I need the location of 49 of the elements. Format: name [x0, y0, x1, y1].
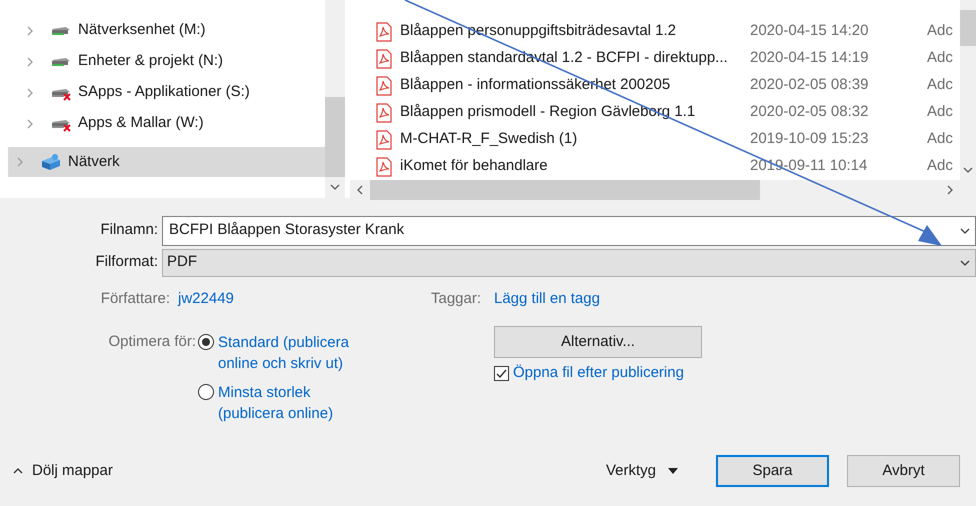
tools-menu[interactable]: Verktyg	[606, 460, 716, 482]
file-format-dropdown[interactable]: PDF	[162, 248, 976, 276]
checkbox-label[interactable]: Öppna fil efter publicering	[513, 362, 684, 384]
field-label: Taggar:	[431, 288, 482, 309]
filename-field[interactable]: BCFPI Blåappen Storasyster Krank	[162, 216, 976, 246]
pdf-file-icon	[376, 156, 392, 176]
radio-button[interactable]	[198, 334, 214, 350]
file-type: Adc	[927, 21, 953, 42]
file-date: 2019-10-09 15:23	[750, 129, 870, 150]
cancel-button[interactable]: Avbryt	[847, 455, 960, 487]
scrollbar-thumb[interactable]	[960, 10, 976, 46]
radio-button[interactable]	[198, 384, 214, 400]
field-label: Filnamn:	[99, 220, 159, 240]
nav-tree-item[interactable]: SApps - Applikationer (S:)	[8, 77, 325, 108]
field-label: Författare:	[100, 288, 171, 309]
add-tag-link[interactable]: Lägg till en tagg	[494, 288, 600, 310]
nav-tree-item[interactable]: Apps & Mallar (W:)	[8, 108, 325, 139]
field-label: Filformat:	[94, 252, 159, 272]
pdf-file-icon	[376, 48, 392, 68]
file-name[interactable]: iKomet för behandlare	[400, 155, 750, 178]
caret-down-icon	[668, 468, 678, 474]
field-label: Optimera för:	[107, 332, 197, 352]
nav-tree-item[interactable]: Enheter & projekt (N:)	[8, 46, 325, 77]
file-date: 2020-02-05 08:32	[750, 102, 870, 122]
save-button[interactable]: Spara	[716, 455, 829, 487]
nav-tree-item[interactable]: Nätverk	[8, 147, 325, 177]
file-name[interactable]: M-CHAT-R_F_Swedish (1)	[400, 128, 750, 151]
pdf-file-icon	[376, 130, 392, 150]
radio-label[interactable]: Minsta storlek (publicera online)	[218, 382, 368, 424]
file-type: Adc	[927, 102, 953, 122]
scrollbar-thumb[interactable]	[325, 97, 345, 177]
file-date: 2020-04-15 14:19	[750, 48, 870, 68]
file-date: 2020-02-05 08:39	[750, 75, 870, 96]
file-date: 2020-04-15 14:20	[750, 21, 870, 42]
radio-label[interactable]: Standard (publicera online och skriv ut)	[218, 332, 368, 374]
author-link[interactable]: jw22449	[178, 288, 431, 310]
scrollbar-thumb[interactable]	[370, 180, 760, 200]
hide-folders-toggle[interactable]: Dölj mappar	[0, 460, 606, 482]
file-type: Adc	[927, 129, 953, 150]
pdf-file-icon	[376, 22, 392, 42]
pdf-file-icon	[376, 102, 392, 122]
file-type: Adc	[927, 75, 953, 96]
file-type: Adc	[927, 156, 953, 176]
options-button[interactable]: Alternativ...	[494, 326, 702, 358]
network-icon	[40, 153, 62, 171]
file-type: Adc	[927, 48, 953, 68]
pdf-file-icon	[376, 76, 392, 96]
nav-tree-item[interactable]: Nätverksenhet (M:)	[8, 15, 325, 46]
checkbox[interactable]	[494, 366, 509, 381]
